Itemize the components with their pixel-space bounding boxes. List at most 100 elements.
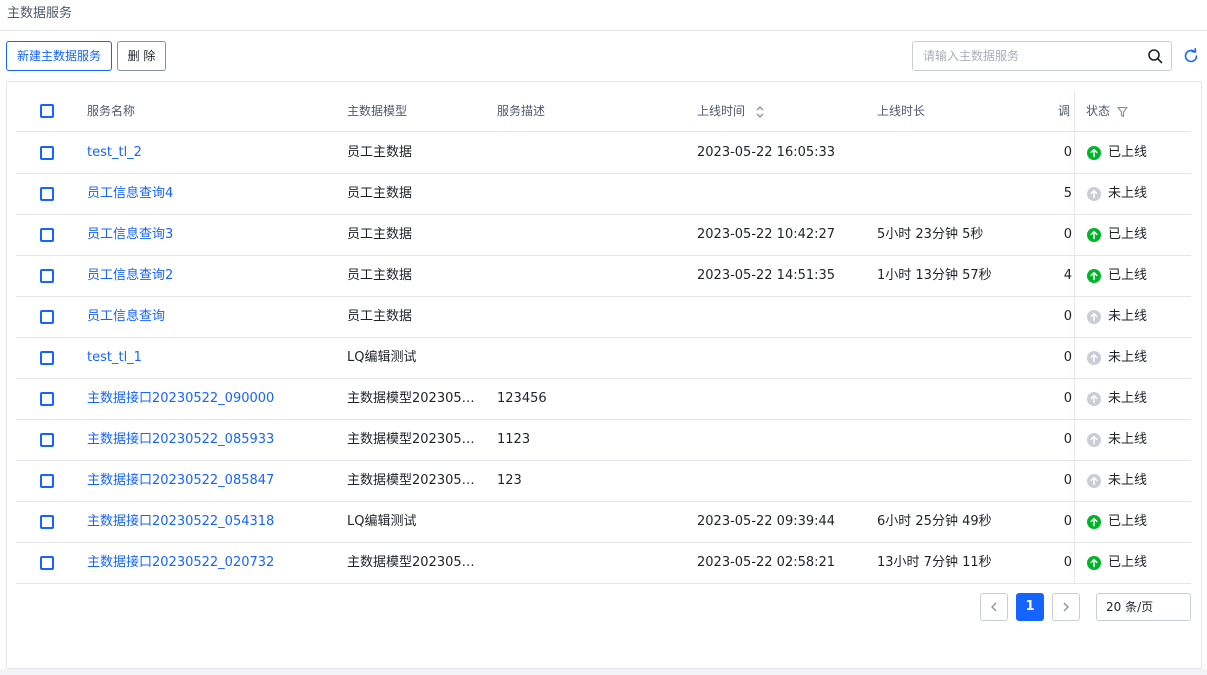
column-header-model: 主数据模型 — [347, 104, 408, 118]
title-divider — [0, 30, 1207, 31]
row-checkbox[interactable] — [40, 228, 54, 242]
service-name-link[interactable]: 员工信息查询3 — [87, 215, 337, 255]
arrow-up-circle-icon — [1087, 146, 1101, 160]
row-checkbox[interactable] — [40, 556, 54, 570]
column-header-name: 服务名称 — [87, 104, 136, 118]
row-checkbox[interactable] — [40, 515, 54, 529]
new-service-button[interactable]: 新建主数据服务 — [6, 41, 112, 71]
column-header-time-label: 上线时间 — [697, 104, 746, 118]
status-cell: 未上线 — [1087, 379, 1187, 419]
description-cell — [497, 543, 687, 583]
select-all-checkbox[interactable] — [40, 104, 54, 118]
row-checkbox[interactable] — [40, 474, 54, 488]
service-name-link[interactable]: 员工信息查询 — [87, 297, 337, 337]
model-cell: LQ编辑测试 — [347, 350, 417, 365]
online-duration-cell — [877, 133, 1047, 173]
row-checkbox[interactable] — [40, 433, 54, 447]
online-duration-cell — [877, 461, 1047, 501]
description-cell — [497, 174, 687, 214]
sort-icon[interactable] — [755, 105, 765, 119]
service-name-link[interactable]: 员工信息查询4 — [87, 174, 337, 214]
row-checkbox[interactable] — [40, 351, 54, 365]
model-cell: 员工主数据 — [347, 227, 413, 242]
row-checkbox[interactable] — [40, 392, 54, 406]
next-page-button[interactable] — [1052, 593, 1080, 621]
arrow-up-circle-icon — [1087, 228, 1101, 242]
row-checkbox[interactable] — [40, 269, 54, 283]
fixed-column-divider — [1074, 91, 1075, 583]
status-cell: 已上线 — [1087, 543, 1187, 583]
calls-cell: 0 — [1063, 350, 1072, 365]
status-text: 未上线 — [1108, 473, 1148, 488]
calls-cell: 5 — [1063, 186, 1072, 201]
page-title: 主数据服务 — [7, 6, 73, 21]
online-duration-cell — [877, 379, 1047, 419]
service-name-link[interactable]: 主数据接口20230522_020732 — [87, 543, 337, 583]
online-duration-cell — [877, 420, 1047, 460]
status-text: 已上线 — [1108, 227, 1148, 242]
column-header-status-label: 状态 — [1086, 104, 1111, 118]
online-duration-cell: 13小时 7分钟 11秒 — [877, 555, 992, 570]
online-duration-cell — [877, 338, 1047, 378]
model-cell: 主数据模型202305… — [347, 432, 475, 447]
status-cell: 未上线 — [1087, 297, 1187, 337]
arrow-up-circle-icon — [1087, 351, 1101, 365]
status-cell: 未上线 — [1087, 338, 1187, 378]
search-input[interactable] — [923, 42, 1133, 70]
table-row: 主数据接口20230522_085933 主数据模型202305… 1123 0 未上线 — [16, 420, 1191, 461]
row-checkbox[interactable] — [40, 187, 54, 201]
model-cell: 员工主数据 — [347, 309, 413, 324]
calls-cell: 0 — [1063, 432, 1072, 447]
online-time-cell — [697, 461, 867, 501]
description-cell — [497, 338, 687, 378]
chevron-right-icon — [1063, 602, 1069, 612]
arrow-up-circle-icon — [1087, 474, 1101, 488]
page-button[interactable]: 1 — [1016, 593, 1044, 621]
status-text: 已上线 — [1108, 268, 1148, 283]
description-cell — [497, 297, 687, 337]
row-checkbox[interactable] — [40, 310, 54, 324]
status-cell: 未上线 — [1087, 420, 1187, 460]
status-text: 已上线 — [1108, 514, 1148, 529]
column-header-time[interactable]: 上线时间 — [697, 91, 765, 132]
model-cell: LQ编辑测试 — [347, 514, 417, 529]
arrow-up-circle-icon — [1087, 187, 1101, 201]
service-name-link[interactable]: 主数据接口20230522_054318 — [87, 502, 337, 542]
calls-cell: 0 — [1063, 473, 1072, 488]
description-cell: 123456 — [497, 391, 547, 406]
description-cell — [497, 502, 687, 542]
online-time-cell: 2023-05-22 09:39:44 — [697, 514, 836, 529]
row-checkbox[interactable] — [40, 146, 54, 160]
page-size-select[interactable]: 20 条/页 — [1096, 593, 1191, 621]
service-name-link[interactable]: 主数据接口20230522_090000 — [87, 379, 337, 419]
description-cell: 123 — [497, 473, 522, 488]
delete-button[interactable]: 删 除 — [117, 41, 166, 71]
status-cell: 未上线 — [1087, 174, 1187, 214]
status-text: 未上线 — [1108, 391, 1148, 406]
table-header: 服务名称 主数据模型 服务描述 上线时间 上线时长 调用 状态 — [16, 91, 1191, 132]
service-name-link[interactable]: 主数据接口20230522_085847 — [87, 461, 337, 501]
prev-page-button[interactable] — [980, 593, 1008, 621]
table-row: 员工信息查询4 员工主数据 5 未上线 — [16, 174, 1191, 215]
service-name-link[interactable]: test_tl_1 — [87, 338, 337, 378]
service-name-link[interactable]: test_tl_2 — [87, 133, 337, 173]
status-cell: 已上线 — [1087, 215, 1187, 255]
service-name-link[interactable]: 主数据接口20230522_085933 — [87, 420, 337, 460]
status-text: 未上线 — [1108, 186, 1148, 201]
calls-cell: 4 — [1063, 268, 1072, 283]
search-icon[interactable] — [1147, 48, 1163, 64]
model-cell: 主数据模型202305… — [347, 473, 475, 488]
status-text: 未上线 — [1108, 350, 1148, 365]
description-cell: 1123 — [497, 432, 531, 447]
service-name-link[interactable]: 员工信息查询2 — [87, 256, 337, 296]
filter-icon[interactable] — [1117, 106, 1128, 118]
chevron-left-icon — [991, 602, 997, 612]
online-time-cell: 2023-05-22 14:51:35 — [697, 268, 836, 283]
online-time-cell: 2023-05-22 10:42:27 — [697, 227, 836, 242]
column-header-duration: 上线时长 — [877, 104, 926, 118]
column-header-status[interactable]: 状态 — [1086, 91, 1128, 132]
online-time-cell: 2023-05-22 16:05:33 — [697, 145, 836, 160]
refresh-icon[interactable] — [1183, 48, 1199, 64]
calls-cell: 0 — [1063, 309, 1072, 324]
table-row: 主数据接口20230522_020732 主数据模型202305… 2023-05-… — [16, 543, 1191, 584]
